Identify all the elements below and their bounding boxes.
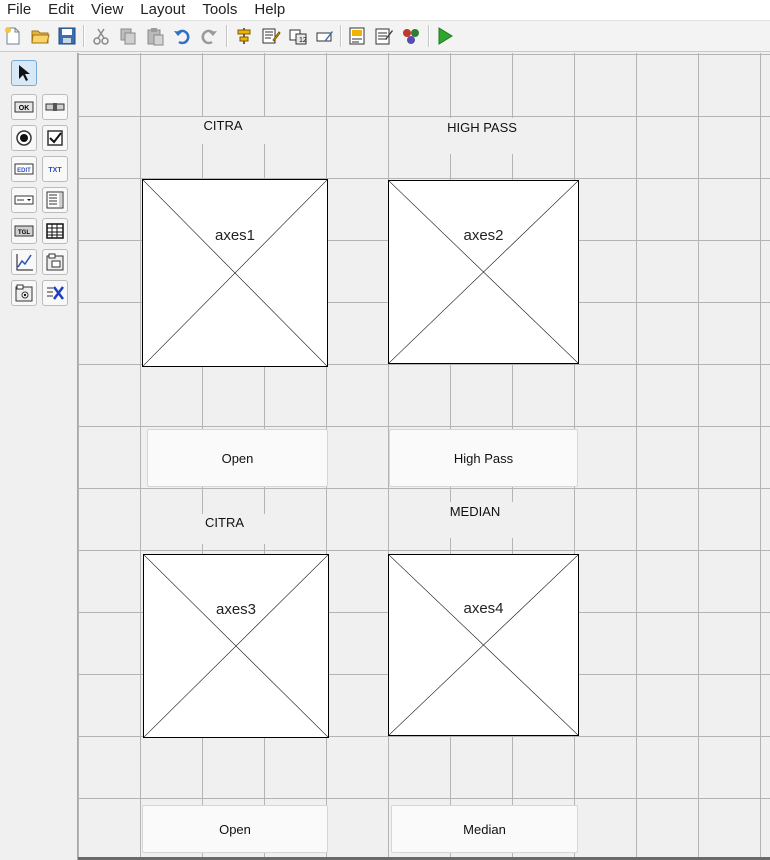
menu-tools[interactable]: Tools [194, 1, 246, 19]
copy-icon[interactable] [118, 26, 138, 46]
edit-text-glyph: EDIT [17, 168, 31, 174]
axes-cross-lines [144, 555, 328, 737]
push-button-tool[interactable]: OK [11, 94, 37, 120]
high-pass-button[interactable]: High Pass [389, 429, 578, 487]
axes1-placeholder[interactable]: axes1 [142, 179, 328, 367]
static-text-citra-bottom[interactable]: CITRA [149, 514, 300, 544]
menu-view[interactable]: View [83, 1, 132, 19]
menu-layout[interactable]: Layout [132, 1, 194, 19]
undo-icon[interactable] [172, 26, 192, 46]
new-file-icon[interactable] [3, 26, 23, 46]
static-text-citra-top[interactable]: CITRA [148, 117, 298, 144]
toggle-button-tool[interactable]: TGL [11, 218, 37, 244]
open-folder-icon[interactable] [30, 26, 50, 46]
popup-menu-tool[interactable] [11, 187, 37, 213]
panel-tool[interactable] [42, 249, 68, 275]
toggle-button-glyph: TGL [18, 230, 30, 236]
save-icon[interactable] [57, 26, 77, 46]
static-text-high-pass[interactable]: HIGH PASS [392, 118, 572, 154]
axes3-label: axes3 [215, 601, 257, 618]
tab-order-editor-icon[interactable]: 12 [288, 26, 308, 46]
axes2-label: axes2 [463, 227, 504, 244]
edit-text-tool[interactable]: EDIT [11, 156, 37, 182]
menu-help[interactable]: Help [246, 1, 294, 19]
component-palette: OK EDIT TXT TGL [0, 53, 78, 860]
axes4-placeholder[interactable]: axes4 [388, 554, 579, 736]
menu-edit[interactable]: Edit [40, 1, 83, 19]
run-figure-icon[interactable] [435, 26, 455, 46]
svg-text:12: 12 [299, 37, 307, 44]
median-button[interactable]: Median [391, 805, 578, 853]
menu-editor-icon[interactable] [261, 26, 281, 46]
menu-file[interactable]: File [0, 1, 40, 19]
axes-tool[interactable] [11, 249, 37, 275]
axes-cross-lines [143, 180, 327, 366]
editor-icon[interactable] [347, 26, 367, 46]
static-text-glyph: TXT [48, 167, 62, 174]
property-inspector-icon[interactable] [374, 26, 394, 46]
table-tool[interactable] [42, 218, 68, 244]
axes3-placeholder[interactable]: axes3 [143, 554, 329, 738]
paste-icon[interactable] [145, 26, 165, 46]
check-box-tool[interactable] [42, 125, 68, 151]
slider-tool[interactable] [42, 94, 68, 120]
axes-cross-lines [389, 181, 578, 363]
radio-button-tool[interactable] [11, 125, 37, 151]
axes4-label: axes4 [463, 600, 504, 617]
static-text-median[interactable]: MEDIAN [411, 502, 539, 538]
menu-bar: File Edit View Layout Tools Help [0, 0, 770, 20]
select-tool[interactable] [11, 60, 37, 86]
open-button-bottom[interactable]: Open [142, 805, 328, 853]
object-browser-icon[interactable] [401, 26, 421, 46]
axes2-placeholder[interactable]: axes2 [388, 180, 579, 364]
push-button-glyph: OK [19, 105, 30, 112]
static-text-tool[interactable]: TXT [42, 156, 68, 182]
redo-icon[interactable] [199, 26, 219, 46]
activex-control-tool[interactable] [42, 280, 68, 306]
toolbar-editor-icon[interactable] [315, 26, 335, 46]
listbox-tool[interactable] [42, 187, 68, 213]
align-objects-icon[interactable] [234, 26, 254, 46]
axes1-label: axes1 [214, 227, 256, 244]
toolbar: 12 [0, 20, 770, 52]
axes-cross-lines [389, 555, 578, 735]
button-group-tool[interactable] [11, 280, 37, 306]
cut-icon[interactable] [91, 26, 111, 46]
open-button-top[interactable]: Open [147, 429, 328, 487]
